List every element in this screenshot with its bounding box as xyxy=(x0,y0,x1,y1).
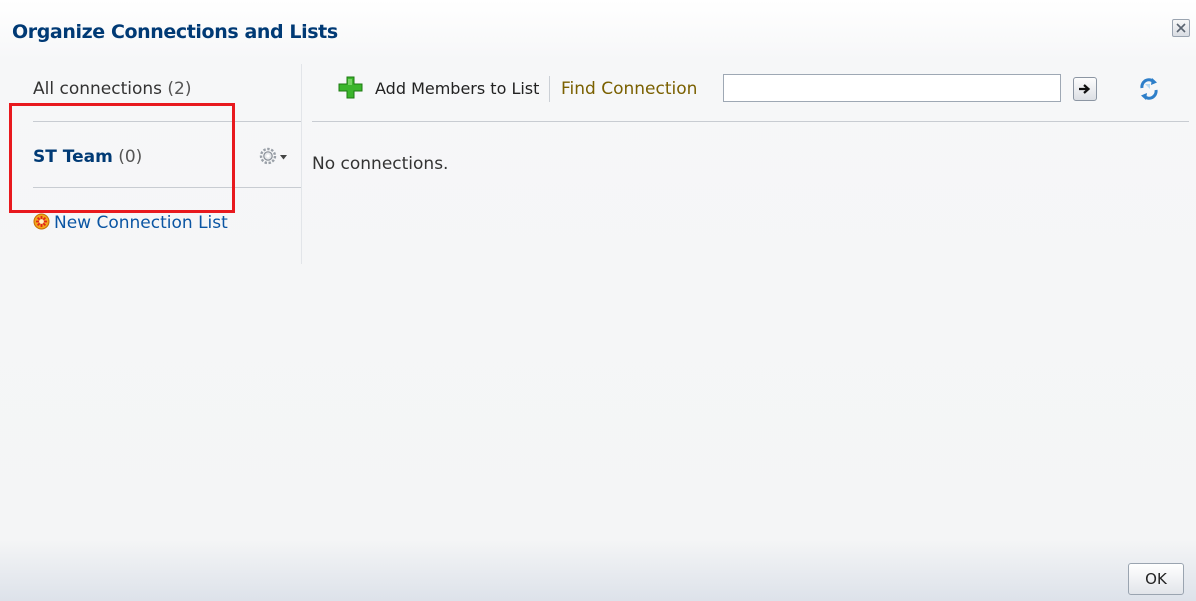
find-connection-label: Find Connection xyxy=(561,79,698,99)
add-members-label: Add Members to List xyxy=(375,79,540,98)
all-connections-count: (2) xyxy=(167,79,192,99)
dialog-title: Organize Connections and Lists xyxy=(12,21,338,43)
toolbar-separator xyxy=(549,76,550,102)
toolbar-divider xyxy=(312,121,1189,122)
list-item-st-team[interactable]: ST Team (0) xyxy=(33,147,142,167)
find-connection-input[interactable] xyxy=(723,74,1061,102)
ok-button[interactable]: OK xyxy=(1128,563,1184,595)
new-connection-list-link[interactable]: New Connection List xyxy=(33,213,228,233)
list-name: ST Team xyxy=(33,147,113,167)
new-star-icon xyxy=(33,213,50,230)
sidebar-divider xyxy=(33,187,301,188)
sidebar-divider xyxy=(33,121,301,122)
all-connections-label: All connections xyxy=(33,79,163,99)
close-icon[interactable] xyxy=(1172,19,1190,37)
green-plus-icon xyxy=(338,76,364,104)
arrow-right-icon[interactable] xyxy=(1073,77,1097,101)
organize-connections-dialog: Organize Connections and Lists All conne… xyxy=(0,0,1196,601)
empty-connections-message: No connections. xyxy=(312,154,449,174)
all-connections-link[interactable]: All connections (2) xyxy=(33,79,192,99)
gear-icon[interactable] xyxy=(258,146,302,168)
refresh-icon[interactable] xyxy=(1137,76,1161,102)
pane-divider xyxy=(301,64,302,264)
add-members-button[interactable]: Add Members to List xyxy=(338,76,540,99)
list-count: (0) xyxy=(118,147,143,167)
new-connection-list-label: New Connection List xyxy=(54,213,228,233)
